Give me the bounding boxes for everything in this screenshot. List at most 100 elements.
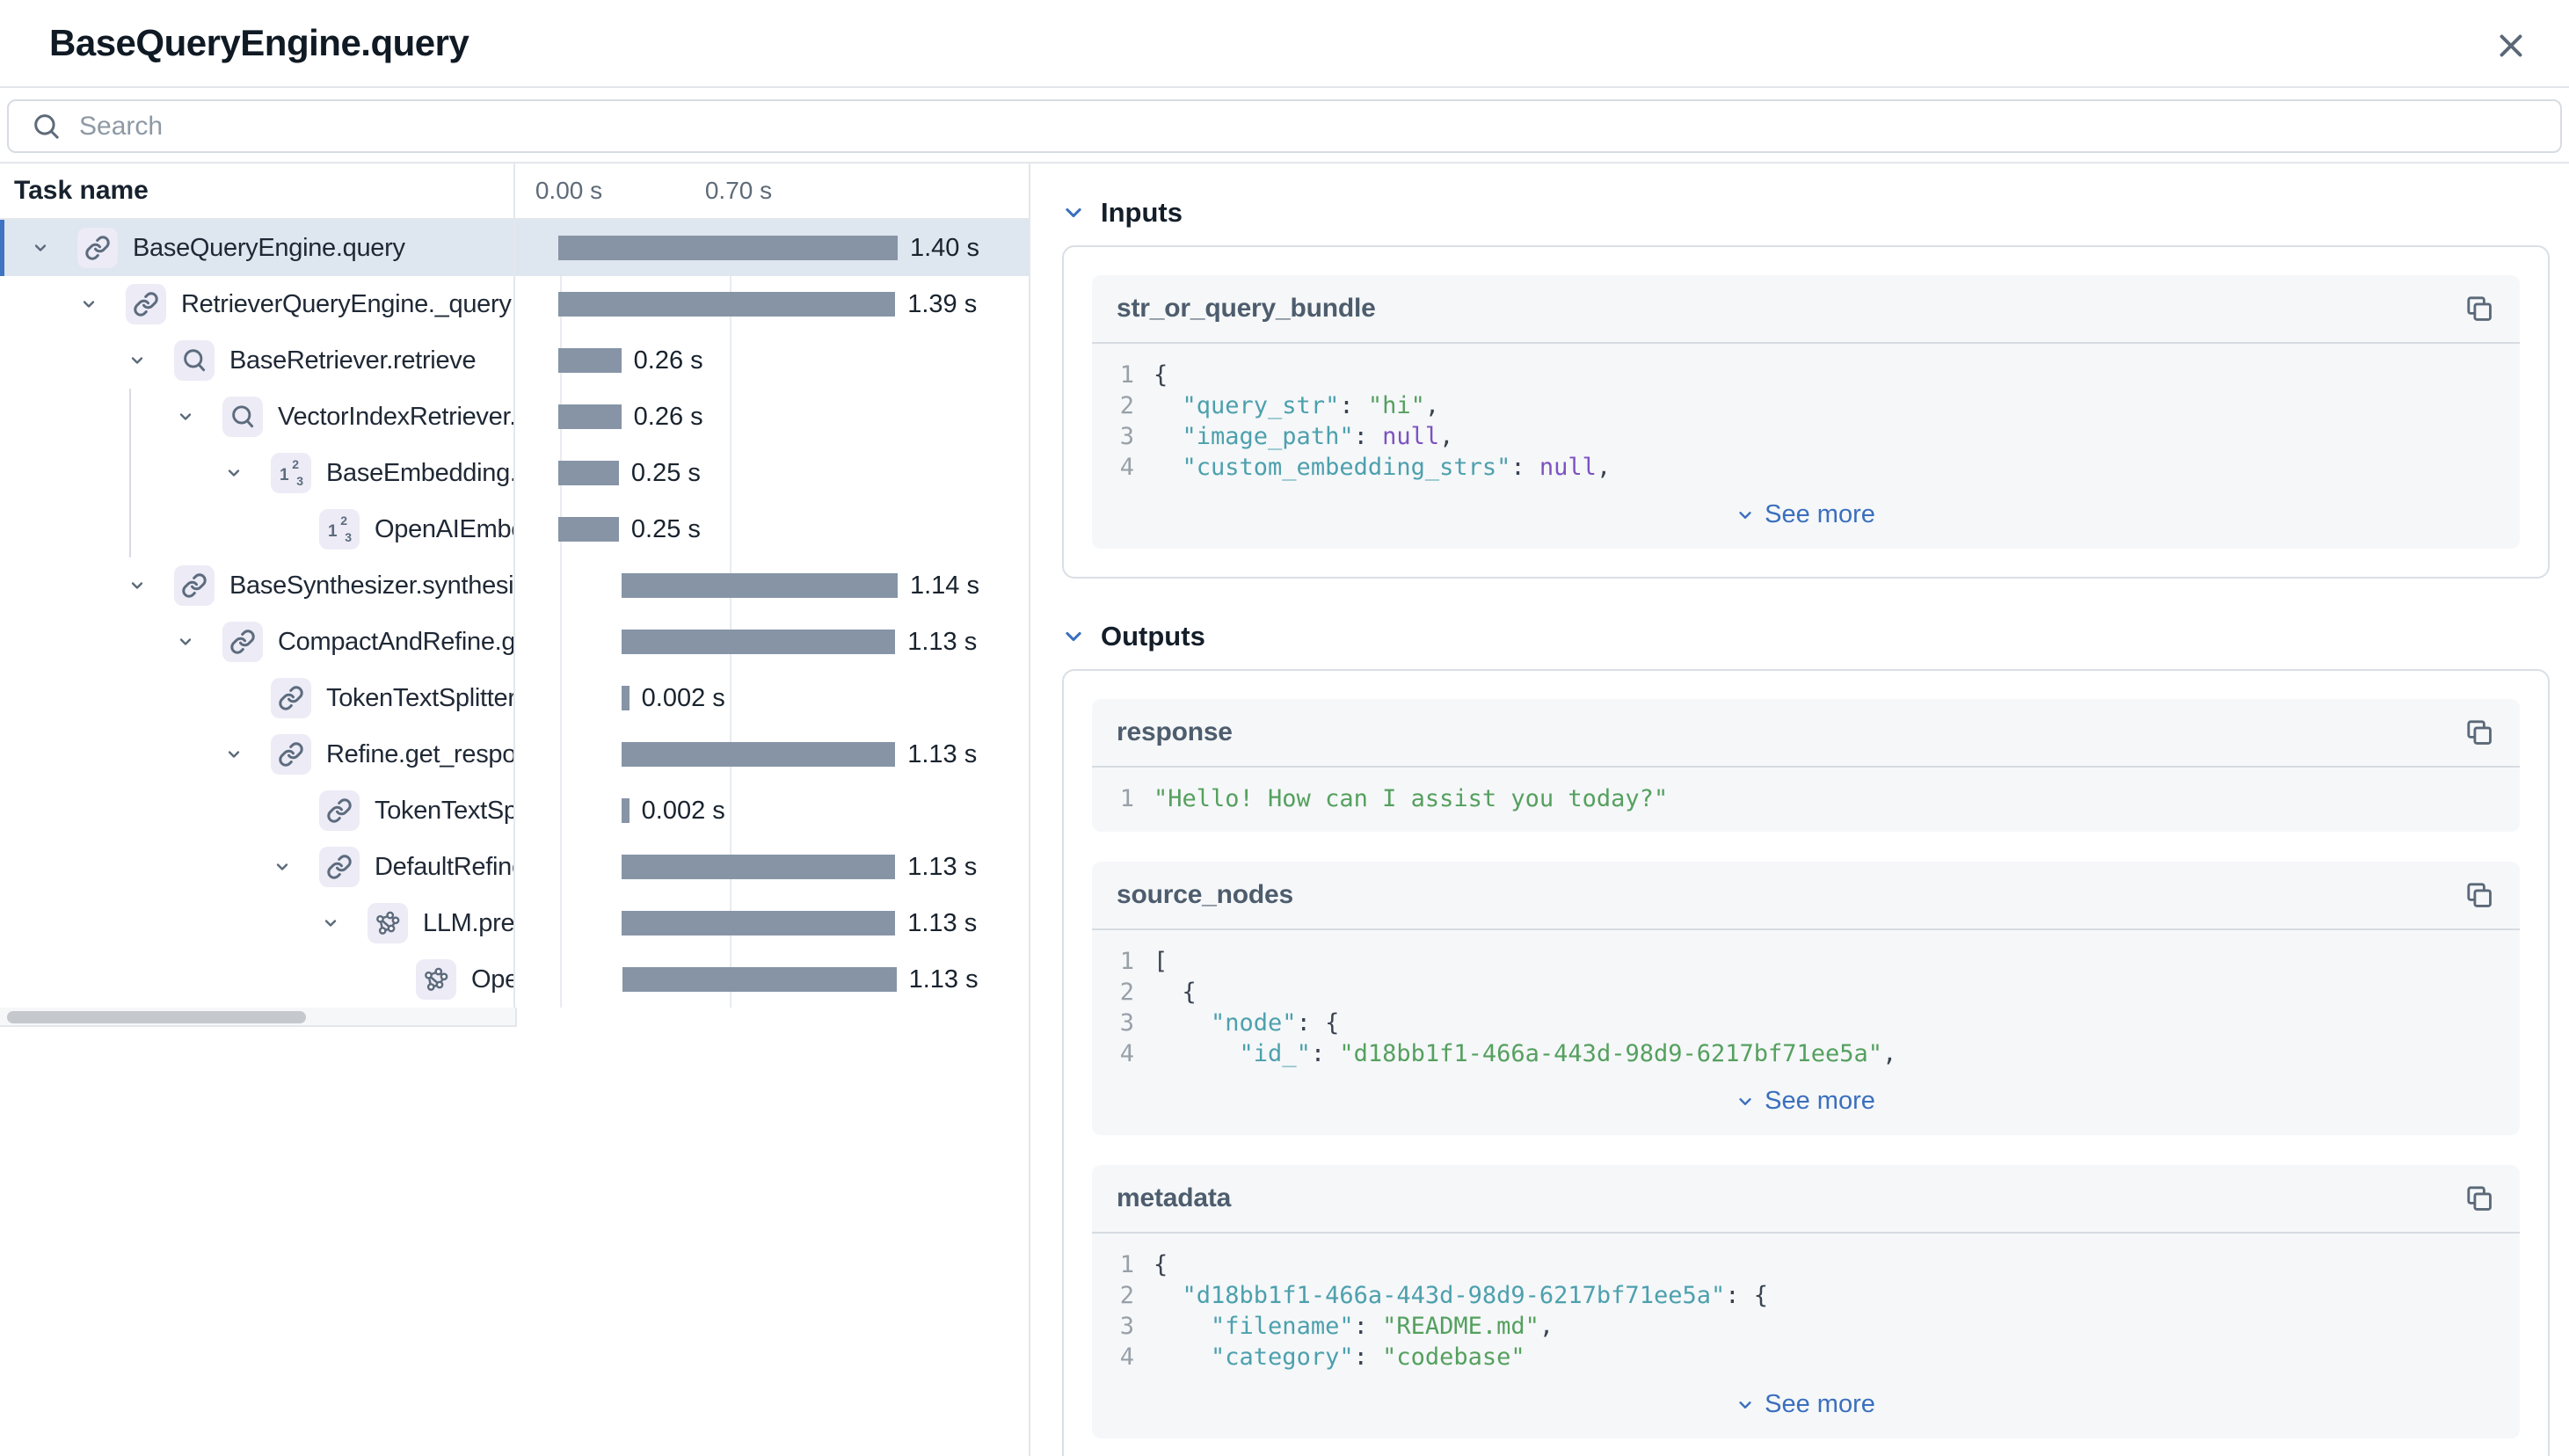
scrollbar-thumb[interactable] [7,1011,306,1023]
inputs-section-header[interactable]: Inputs [1062,193,2550,232]
code-text: "category": "codebase" [1154,1342,1525,1372]
selected-row-accent [0,220,4,276]
search-input[interactable] [79,112,2354,142]
expander-chevron-icon[interactable] [311,914,350,933]
code-line: 2 { [1103,977,2502,1008]
task-row[interactable]: TokenTextSplitter.0.002 s [0,670,1029,726]
code-line: 2 "d18bb1f1-466a-443d-98d9-6217bf71ee5a"… [1103,1280,2502,1311]
close-button[interactable] [2492,26,2530,65]
field-title: metadata [1117,1183,1231,1213]
timeline-cell: 0.26 s [515,332,1029,389]
see-more-button[interactable]: See more [1092,1381,2520,1438]
line-number: 4 [1103,1038,1154,1069]
task-name-cell: LLM.pre [0,895,515,951]
chevron-down-icon [1062,625,1085,648]
see-more-label: See more [1765,1087,1875,1116]
inputs-section: Inputs str_or_query_bundle 1{2 "query_str"… [1062,193,2550,579]
field-block-header: str_or_query_bundle [1092,275,2520,344]
chain-link-icon [222,622,263,662]
task-row[interactable]: 123OpenAIEmbe0.25 s [0,501,1029,557]
duration-bar [558,461,619,485]
expander-chevron-icon[interactable] [69,295,108,314]
expander-chevron-icon[interactable] [166,407,205,426]
expander-chevron-icon[interactable] [263,857,302,877]
duration-label: 1.39 s [907,276,977,332]
code-text: "query_str": "hi", [1154,390,1439,421]
field-block: metadata1{2 "d18bb1f1-466a-443d-98d9-621… [1092,1165,2520,1438]
task-name-cell: TokenTextSp [0,783,515,839]
expander-chevron-icon[interactable] [118,576,156,595]
see-more-button[interactable]: See more [1092,1078,2520,1135]
expander-chevron-icon[interactable] [215,463,253,483]
axis-tick: 0.00 s [535,164,602,218]
field-block: str_or_query_bundle 1{2 "query_str": "hi"… [1092,275,2520,549]
window-header: BaseQueryEngine.query [0,0,2569,88]
see-more-label: See more [1765,500,1875,529]
task-name-cell: BaseRetriever.retrieve [0,332,515,389]
duration-label: 1.13 s [907,614,977,670]
vector-numbers-icon: 123 [271,453,311,493]
line-number: 2 [1103,977,1154,1008]
code-line: 3 "image_path": null, [1103,421,2502,452]
horizontal-scrollbar[interactable] [0,1008,517,1027]
chevron-down-icon [1062,201,1085,224]
field-block-header: source_nodes [1092,862,2520,930]
timeline-cell: 0.002 s [515,670,1029,726]
copy-button[interactable] [2462,715,2497,750]
expander-chevron-icon[interactable] [166,632,205,652]
chain-link-icon [77,228,118,268]
duration-bar [558,292,895,317]
outputs-section-header[interactable]: Outputs [1062,617,2550,656]
code-line: 4 "id_": "d18bb1f1-466a-443d-98d9-6217bf… [1103,1038,2502,1069]
magnifier-icon [174,340,215,381]
field-title: str_or_query_bundle [1117,294,1376,324]
task-row[interactable]: BaseQueryEngine.query1.40 s [0,220,1029,276]
expander-chevron-icon[interactable] [215,745,253,764]
copy-button[interactable] [2462,291,2497,326]
section-label: Inputs [1101,197,1183,229]
task-row[interactable]: RetrieverQueryEngine._query1.39 s [0,276,1029,332]
code-text: "image_path": null, [1154,421,1453,452]
task-label: TokenTextSp [375,797,515,826]
see-more-button[interactable]: See more [1092,491,2520,549]
field-block-header: metadata [1092,1165,2520,1234]
task-row[interactable]: Refine.get_respo1.13 s [0,726,1029,783]
expander-chevron-icon[interactable] [21,238,60,258]
expander-chevron-icon[interactable] [118,351,156,370]
timeline-cell: 0.002 s [515,783,1029,839]
page-title: BaseQueryEngine.query [49,22,469,64]
duration-bar [622,967,897,992]
chain-link-icon [271,734,311,775]
task-row[interactable]: 123BaseEmbedding.g0.25 s [0,445,1029,501]
task-row[interactable]: DefaultRefine1.13 s [0,839,1029,895]
chevron-down-icon [1736,1396,1754,1414]
code-line: 3 "node": { [1103,1008,2502,1038]
code-line: 1{ [1103,360,2502,390]
task-row[interactable]: BaseSynthesizer.synthesiz1.14 s [0,557,1029,614]
line-number: 1 [1103,946,1154,977]
task-name-cell: Refine.get_respo [0,726,515,783]
line-number: 1 [1103,360,1154,390]
trace-header-row: Task name 0.00 s 0.70 s [0,164,1029,220]
task-row[interactable]: TokenTextSp0.002 s [0,783,1029,839]
task-row[interactable]: Ope1.13 s [0,951,1029,1008]
task-name-cell: VectorIndexRetriever._ [0,389,515,445]
timeline-cell: 0.25 s [515,501,1029,557]
copy-button[interactable] [2462,877,2497,913]
duration-label: 1.13 s [907,839,977,895]
task-row[interactable]: BaseRetriever.retrieve0.26 s [0,332,1029,389]
task-name-cell: BaseQueryEngine.query [0,220,515,276]
code-viewer: 1{2 "query_str": "hi",3 "image_path": nu… [1092,344,2520,491]
copy-button[interactable] [2462,1181,2497,1216]
span-details-panel: Inputsstr_or_query_bundle1{2 "query_str"… [1032,164,2569,1456]
task-row[interactable]: CompactAndRefine.ge1.13 s [0,614,1029,670]
code-text: "filename": "README.md", [1154,1311,1554,1342]
task-row[interactable]: LLM.pre1.13 s [0,895,1029,951]
code-text: [ [1154,946,1168,977]
inputs-card: str_or_query_bundle 1{2 "query_str": "hi"… [1062,245,2550,579]
duration-bar [558,236,898,260]
duration-bar [622,798,630,823]
magnifier-icon [222,397,263,437]
task-row[interactable]: VectorIndexRetriever._0.26 s [0,389,1029,445]
search-box[interactable] [7,99,2562,153]
